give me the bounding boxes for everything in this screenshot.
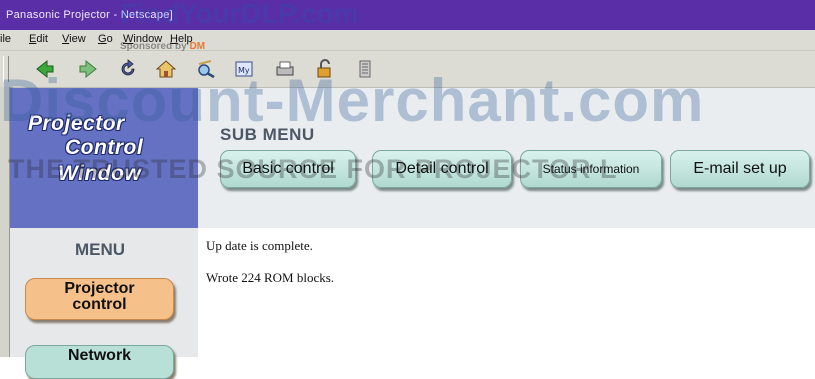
sub-menu-panel: SUB MENU Basic control Detail control St… [198,88,815,228]
detail-control-button[interactable]: Detail control [372,150,512,188]
watermark-site-text: FindYourDLP.com [120,0,359,29]
sub-menu-heading: SUB MENU [220,125,315,144]
back-icon[interactable] [33,57,57,81]
status-information-button[interactable]: Status information [520,150,662,188]
main-content: Up date is complete. Wrote 224 ROM block… [198,228,815,357]
menu-view[interactable]: View [62,33,86,45]
window-left-border [0,87,10,357]
window-title-bar: Panasonic Projector - Netscape] FindYour… [0,0,815,30]
menu-edit[interactable]: Edit [29,33,48,45]
menu-go[interactable]: Go [98,33,113,45]
status-line-1: Up date is complete. [206,238,313,253]
status-line-2: Wrote 224 ROM blocks. [206,270,335,285]
network-label-1: Network [67,347,132,364]
toolbar-grip[interactable] [3,56,9,82]
reload-icon[interactable] [116,57,140,81]
left-menu-panel: MENU Projector control Network [10,228,198,379]
brand-line-3: Window [58,162,142,185]
projector-control-button[interactable]: Projector control [25,278,174,320]
home-icon[interactable] [154,57,178,81]
my-netscape-icon[interactable]: My [232,57,256,81]
menu-heading: MENU [74,240,126,259]
network-button[interactable]: Network [25,345,174,379]
brand-line-1: Projector [28,112,125,135]
svg-text:My: My [238,66,250,75]
email-set-up-button[interactable]: E-mail set up [670,150,810,188]
security-icon[interactable] [313,57,337,81]
forward-icon[interactable] [76,57,100,81]
search-icon[interactable] [194,57,218,81]
menu-file[interactable]: ile [0,33,11,45]
projector-control-label-1: Projector [64,280,135,297]
navigation-toolbar: My [0,51,815,88]
print-icon[interactable] [273,57,297,81]
projector-control-label-2: control [72,296,127,313]
stop-icon[interactable] [353,57,377,81]
brand-line-2: Control [65,136,144,159]
basic-control-button[interactable]: Basic control [220,150,356,188]
brand-panel: Projector Control Window [10,88,198,228]
